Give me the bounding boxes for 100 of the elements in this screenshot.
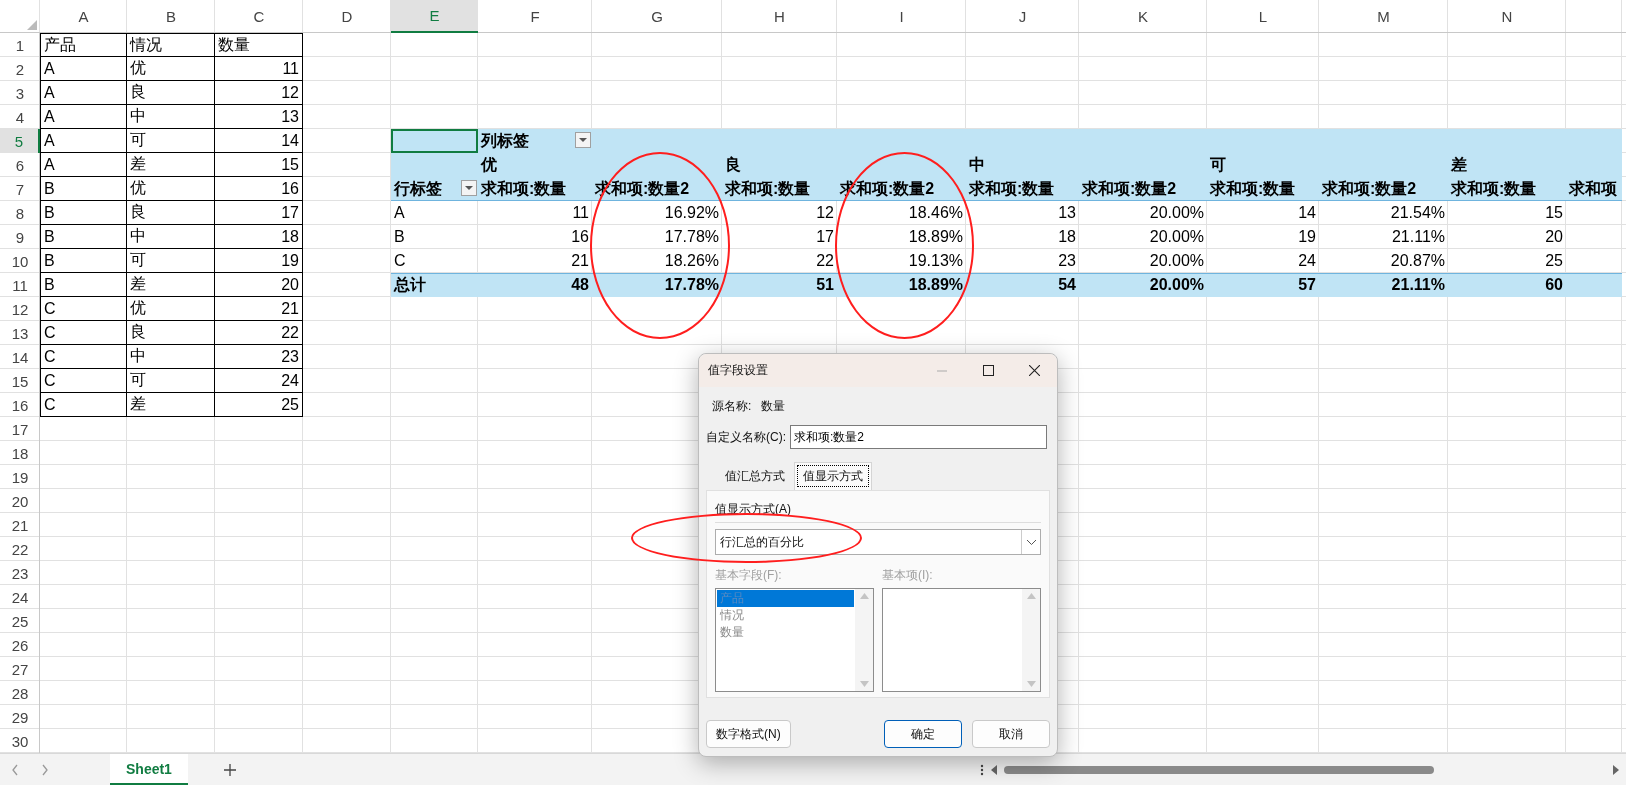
table-cell: 优 [127, 57, 215, 81]
table-cell: 中 [127, 225, 215, 249]
pivot-cell-text: 11 [571, 203, 590, 223]
row-header[interactable]: 24 [0, 585, 40, 609]
table-cell: 21 [215, 297, 303, 321]
total-cell-text: 20.00% [1148, 275, 1205, 295]
add-sheet-icon[interactable] [223, 763, 236, 776]
column-header[interactable]: H [722, 0, 837, 33]
column-header[interactable]: A [40, 0, 127, 33]
row-header[interactable]: 6 [0, 153, 40, 177]
pivot-cell-text: 17.78% [663, 227, 720, 247]
pivot-cell-text: 20.00% [1148, 251, 1205, 271]
pivot-label: A [393, 203, 406, 223]
close-icon[interactable] [1028, 365, 1040, 376]
custom-name-label: 自定义名称(C): [706, 428, 786, 446]
pivot-cell-text: 14 [1297, 203, 1317, 223]
filter-dropdown-button[interactable] [461, 180, 477, 196]
row-header[interactable]: 18 [0, 441, 40, 465]
row-header[interactable]: 20 [0, 489, 40, 513]
row-header[interactable]: 14 [0, 345, 40, 369]
table-cell: C [40, 393, 127, 417]
row-header[interactable]: 7 [0, 177, 40, 201]
selected-cell[interactable] [391, 129, 478, 153]
column-header[interactable]: N [1448, 0, 1566, 33]
row-header[interactable]: 9 [0, 225, 40, 249]
table-cell: B [40, 201, 127, 225]
table-cell: 20 [215, 273, 303, 297]
pivot-cell-text: 20.00% [1148, 203, 1205, 223]
table-cell: 12 [215, 81, 303, 105]
column-header[interactable]: I [837, 0, 966, 33]
row-header[interactable]: 19 [0, 465, 40, 489]
column-header[interactable]: D [303, 0, 391, 33]
column-header[interactable]: G [592, 0, 722, 33]
column-header[interactable]: K [1079, 0, 1207, 33]
scrollbar-thumb[interactable] [1004, 765, 1434, 774]
row-header[interactable]: 16 [0, 393, 40, 417]
group-header: 可 [1209, 154, 1227, 175]
row-header[interactable]: 17 [0, 417, 40, 441]
select-all-icon[interactable] [27, 20, 37, 30]
total-cell-text: 48 [570, 275, 590, 295]
measure-header: 求和项:数量2 [1320, 178, 1418, 199]
table-cell: A [40, 153, 127, 177]
pivot-cell-text: 21 [570, 251, 590, 271]
row-header[interactable]: 5 [0, 129, 40, 153]
pivot-cell-text: 13 [1057, 203, 1077, 223]
row-header[interactable]: 4 [0, 105, 40, 129]
measure-header: 求和项:数量2 [1080, 178, 1178, 199]
table-cell: 良 [127, 81, 215, 105]
maximize-icon[interactable] [982, 365, 994, 376]
measure-header: 求和项:数量 [967, 178, 1056, 199]
group-header: 良 [724, 154, 742, 175]
column-header[interactable]: C [215, 0, 303, 33]
base-field-label: 基本字段(F): [715, 567, 782, 584]
more-options-icon[interactable] [980, 763, 984, 776]
column-header[interactable]: E [391, 0, 478, 33]
row-header[interactable]: 25 [0, 609, 40, 633]
total-cell-text: 21.11% [1390, 275, 1446, 295]
column-header[interactable]: J [966, 0, 1079, 33]
row-header[interactable]: 23 [0, 561, 40, 585]
column-header[interactable]: B [127, 0, 215, 33]
row-header[interactable]: 13 [0, 321, 40, 345]
table-cell: C [40, 369, 127, 393]
filter-dropdown-button[interactable] [575, 132, 591, 148]
row-header[interactable]: 27 [0, 657, 40, 681]
column-header[interactable]: M [1319, 0, 1448, 33]
row-header[interactable]: 26 [0, 633, 40, 657]
row-header[interactable]: 8 [0, 201, 40, 225]
table-cell: 14 [215, 129, 303, 153]
previous-sheet-icon[interactable] [11, 763, 19, 776]
table-cell: A [40, 129, 127, 153]
row-header[interactable]: 1 [0, 33, 40, 57]
row-header[interactable]: 22 [0, 537, 40, 561]
row-header[interactable]: 15 [0, 369, 40, 393]
column-header[interactable]: L [1207, 0, 1319, 33]
table-cell: 16 [215, 177, 303, 201]
row-header[interactable]: 3 [0, 81, 40, 105]
table-cell: A [40, 81, 127, 105]
table-cell: 19 [215, 249, 303, 273]
row-header[interactable]: 12 [0, 297, 40, 321]
sheet-tab[interactable]: Sheet1 [110, 754, 188, 785]
row-header[interactable]: 11 [0, 273, 40, 297]
scroll-left-icon[interactable] [990, 764, 998, 775]
row-header[interactable]: 2 [0, 57, 40, 81]
row-header[interactable]: 10 [0, 249, 40, 273]
pivot-cell-text: 17 [815, 227, 835, 247]
pivot-cell-text: 19 [1297, 227, 1317, 247]
table-cell: 差 [127, 153, 215, 177]
scroll-right-icon[interactable] [1612, 764, 1620, 775]
pivot-label: B [393, 227, 406, 247]
measure-header: 求和项:数量 [479, 178, 568, 199]
pivot-cell-text: 19.13% [907, 251, 964, 271]
row-header[interactable]: 29 [0, 705, 40, 729]
row-header[interactable]: 28 [0, 681, 40, 705]
row-header[interactable]: 30 [0, 729, 40, 753]
column-header[interactable]: F [478, 0, 592, 33]
total-cell-text: 17.78% [663, 275, 720, 295]
column-heading: 产品 [40, 33, 127, 57]
next-sheet-icon[interactable] [41, 763, 49, 776]
row-header[interactable]: 21 [0, 513, 40, 537]
table-cell: 22 [215, 321, 303, 345]
